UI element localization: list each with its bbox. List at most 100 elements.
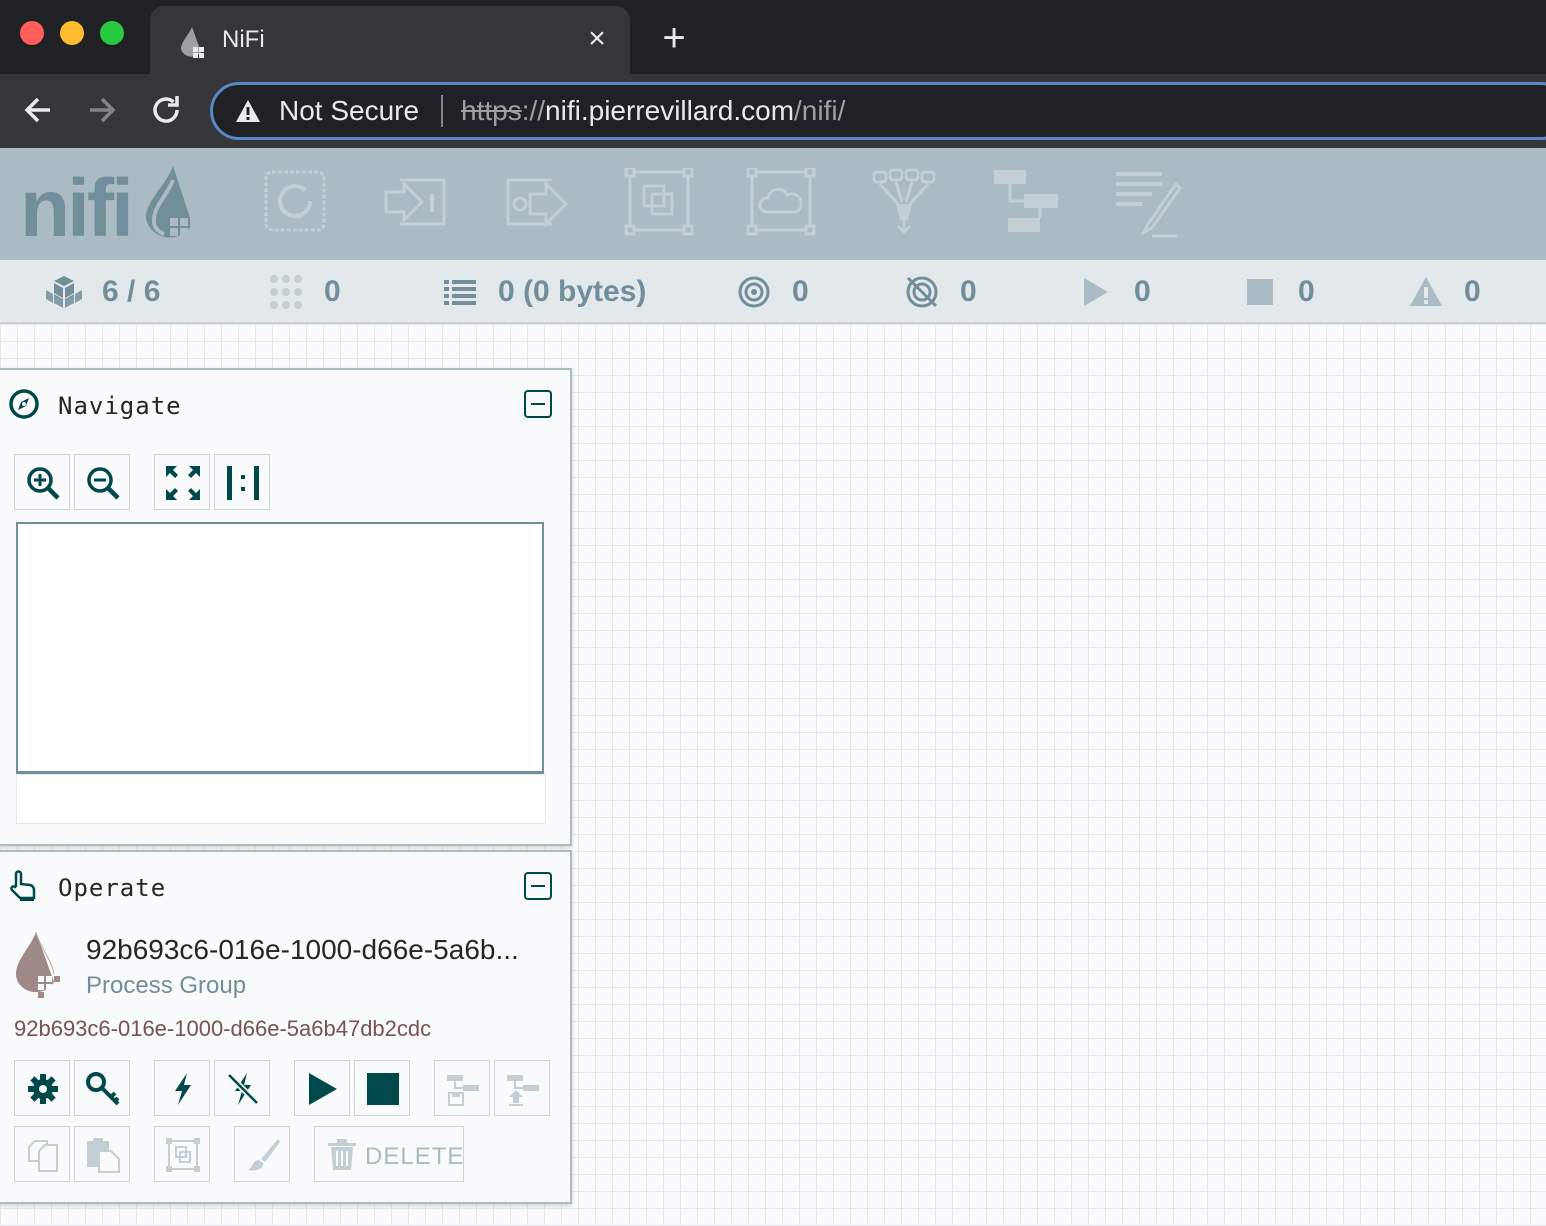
process-group-icon[interactable]	[624, 168, 694, 238]
browser-tabstrip: NiFi × +	[0, 0, 1546, 74]
copy-button[interactable]	[14, 1126, 70, 1182]
queued-count: 0 (0 bytes)	[498, 275, 647, 308]
zoom-in-button[interactable]	[14, 454, 70, 510]
active-threads-count: 0	[324, 275, 341, 308]
running-status: 0	[1078, 274, 1151, 310]
not-transmitting-status: 0	[904, 274, 977, 310]
remote-process-group-icon[interactable]	[746, 168, 816, 238]
group-icon	[166, 1138, 200, 1172]
url-scheme: https	[461, 95, 522, 126]
play-icon	[309, 1073, 337, 1105]
actual-size-icon	[227, 466, 259, 500]
active-threads-status: 0	[268, 274, 341, 310]
warning-icon	[1410, 277, 1442, 306]
operate-panel: Operate 92b693c6-016e-1000-d66e-5a6b... …	[0, 850, 572, 1204]
stopped-status: 0	[1242, 274, 1315, 310]
address-bar[interactable]: Not Secure https://nifi.pierrevillard.co…	[210, 82, 1546, 140]
not-transmitting-count: 0	[960, 275, 977, 308]
selection-id: 92b693c6-016e-1000-d66e-5a6b47db2cdc	[14, 1016, 432, 1041]
tab-close-icon[interactable]: ×	[582, 24, 612, 54]
threads-icon	[270, 275, 302, 309]
window-close-button[interactable]	[20, 21, 44, 45]
url-host: nifi.pierrevillard.com	[545, 95, 795, 126]
new-tab-icon[interactable]: +	[656, 18, 692, 58]
fit-screen-button[interactable]	[154, 454, 210, 510]
pointer-hand-icon	[10, 870, 36, 901]
back-arrow-icon[interactable]	[18, 90, 58, 130]
omnibox-divider	[441, 95, 443, 127]
upload-template-button[interactable]	[494, 1060, 550, 1116]
navigate-panel: Navigate	[0, 368, 572, 846]
label-icon[interactable]	[1112, 168, 1182, 238]
browser-toolbar: Not Secure https://nifi.pierrevillard.co…	[0, 74, 1546, 148]
navigate-collapse-button[interactable]	[524, 390, 552, 418]
change-color-button[interactable]	[234, 1126, 290, 1182]
output-port-icon[interactable]	[502, 168, 572, 238]
stopped-count: 0	[1298, 275, 1315, 308]
lightning-slash-icon	[226, 1072, 260, 1106]
zoom-out-icon	[87, 467, 120, 500]
trash-icon	[328, 1139, 356, 1170]
enable-button[interactable]	[154, 1060, 210, 1116]
invalid-count: 0	[1464, 275, 1481, 308]
logo-text: nifi	[20, 163, 131, 254]
not-transmitting-icon	[906, 276, 938, 308]
birdseye-view[interactable]	[16, 522, 544, 774]
transmitting-icon	[738, 276, 770, 308]
stop-icon	[1247, 279, 1273, 305]
list-icon	[444, 280, 476, 305]
disable-button[interactable]	[214, 1060, 270, 1116]
lightning-icon	[175, 1073, 191, 1105]
template-upload-icon	[507, 1075, 539, 1106]
selection-name: 92b693c6-016e-1000-d66e-5a6b...	[86, 934, 519, 965]
cluster-count: 6 / 6	[102, 275, 161, 308]
actual-size-button[interactable]	[214, 454, 270, 510]
zoom-out-button[interactable]	[74, 454, 130, 510]
delete-button[interactable]: DELETE	[314, 1126, 464, 1182]
url-path: /nifi/	[794, 95, 846, 126]
gear-icon	[28, 1074, 58, 1104]
window-maximize-button[interactable]	[100, 21, 124, 45]
operate-title: Operate	[58, 874, 167, 902]
reload-icon[interactable]	[146, 90, 186, 130]
template-icon[interactable]	[990, 168, 1060, 238]
security-status[interactable]: Not Secure	[279, 95, 419, 127]
window-minimize-button[interactable]	[60, 21, 84, 45]
expand-icon	[166, 466, 200, 500]
key-icon	[86, 1072, 120, 1106]
paste-button[interactable]	[74, 1126, 130, 1182]
browser-tab[interactable]: NiFi ×	[150, 6, 630, 74]
stop-icon	[367, 1073, 399, 1105]
start-button[interactable]	[294, 1060, 350, 1116]
url-text[interactable]: https://nifi.pierrevillard.com/nifi/	[461, 95, 845, 127]
zoom-in-icon	[27, 467, 60, 500]
queued-status: 0 (0 bytes)	[442, 274, 646, 310]
running-count: 0	[1134, 275, 1151, 308]
transmitting-count: 0	[792, 275, 809, 308]
paste-icon	[87, 1138, 120, 1173]
template-save-icon	[447, 1075, 479, 1106]
cubes-icon	[46, 276, 82, 308]
funnel-icon[interactable]	[868, 168, 938, 238]
flow-status-bar: 6 / 6 0 0 (0 bytes) 0 0 0 0 0	[0, 260, 1546, 324]
tab-title: NiFi	[222, 26, 265, 53]
transmitting-status: 0	[736, 274, 809, 310]
configure-button[interactable]	[14, 1060, 70, 1116]
forward-arrow-icon[interactable]	[82, 90, 122, 130]
nifi-header: nifi	[0, 148, 1546, 260]
group-button[interactable]	[154, 1126, 210, 1182]
cluster-status: 6 / 6	[46, 274, 160, 310]
delete-label: DELETE	[365, 1143, 465, 1170]
navigate-title: Navigate	[58, 392, 182, 420]
operate-collapse-button[interactable]	[524, 872, 552, 900]
input-port-icon[interactable]	[380, 168, 450, 238]
birdseye-footer	[16, 774, 546, 824]
access-policies-button[interactable]	[74, 1060, 130, 1116]
url-separator: ://	[521, 95, 546, 126]
stop-button[interactable]	[354, 1060, 410, 1116]
selection-type: Process Group	[86, 972, 247, 999]
paintbrush-icon	[248, 1139, 280, 1171]
processor-icon[interactable]	[260, 168, 330, 238]
process-group-drop-icon	[15, 931, 60, 998]
save-template-button[interactable]	[434, 1060, 490, 1116]
